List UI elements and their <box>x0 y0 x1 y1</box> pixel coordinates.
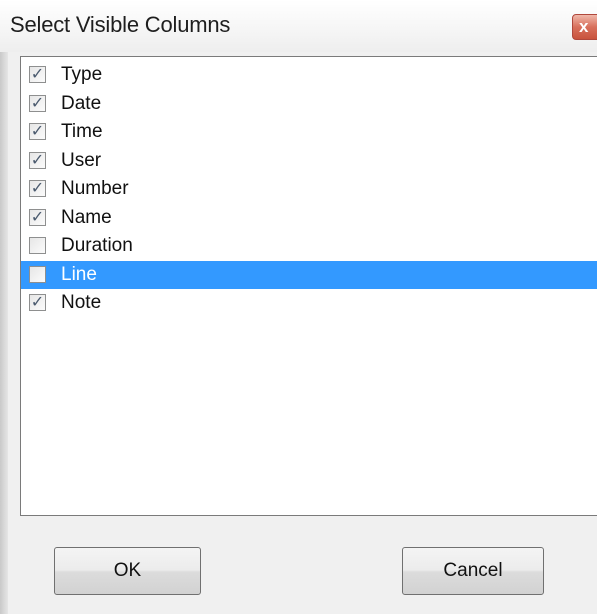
list-item-label: User <box>61 150 102 171</box>
list-item-time[interactable]: ✓ Time <box>21 118 597 146</box>
list-item-label: Duration <box>61 235 133 256</box>
list-item-label: Line <box>61 264 97 285</box>
close-icon: x <box>579 17 589 36</box>
cancel-button[interactable]: Cancel <box>402 547 544 595</box>
check-icon: ✓ <box>30 121 45 140</box>
list-item-label: Number <box>61 178 129 199</box>
checkbox-line[interactable] <box>29 266 46 283</box>
checkbox-date[interactable]: ✓ <box>29 93 46 112</box>
ok-button[interactable]: OK <box>54 547 201 595</box>
columns-checklist[interactable]: ✓ Type ✓ Date ✓ Time ✓ User ✓ Number ✓ N… <box>20 56 597 516</box>
window-border <box>0 52 8 614</box>
list-item-label: Type <box>61 64 103 85</box>
list-item-name[interactable]: ✓ Name <box>21 204 597 232</box>
check-icon: ✓ <box>30 64 45 83</box>
checkbox-note[interactable]: ✓ <box>29 292 46 311</box>
checkbox-user[interactable]: ✓ <box>29 150 46 169</box>
list-item-duration[interactable]: Duration <box>21 232 597 260</box>
checkbox-duration[interactable] <box>29 237 46 254</box>
select-visible-columns-dialog: Select Visible Columns x ✓ Type ✓ Date ✓… <box>0 0 597 614</box>
list-item-label: Time <box>61 121 103 142</box>
list-item-note[interactable]: ✓ Note <box>21 289 597 317</box>
checkbox-number[interactable]: ✓ <box>29 178 46 197</box>
checkbox-name[interactable]: ✓ <box>29 207 46 226</box>
dialog-title: Select Visible Columns <box>10 12 231 37</box>
check-icon: ✓ <box>30 93 45 112</box>
title-bar: Select Visible Columns x <box>0 0 597 52</box>
check-icon: ✓ <box>30 292 45 311</box>
list-item-line[interactable]: Line <box>21 261 597 289</box>
list-item-type[interactable]: ✓ Type <box>21 61 597 89</box>
list-item-label: Note <box>61 292 102 313</box>
list-item-date[interactable]: ✓ Date <box>21 90 597 118</box>
checkbox-time[interactable]: ✓ <box>29 121 46 140</box>
list-item-label: Name <box>61 207 112 228</box>
check-icon: ✓ <box>30 178 45 197</box>
list-item-label: Date <box>61 93 102 114</box>
check-icon: ✓ <box>30 207 45 226</box>
list-item-number[interactable]: ✓ Number <box>21 175 597 203</box>
close-button[interactable]: x <box>572 14 597 40</box>
checkbox-type[interactable]: ✓ <box>29 64 46 83</box>
list-item-user[interactable]: ✓ User <box>21 147 597 175</box>
check-icon: ✓ <box>30 150 45 169</box>
